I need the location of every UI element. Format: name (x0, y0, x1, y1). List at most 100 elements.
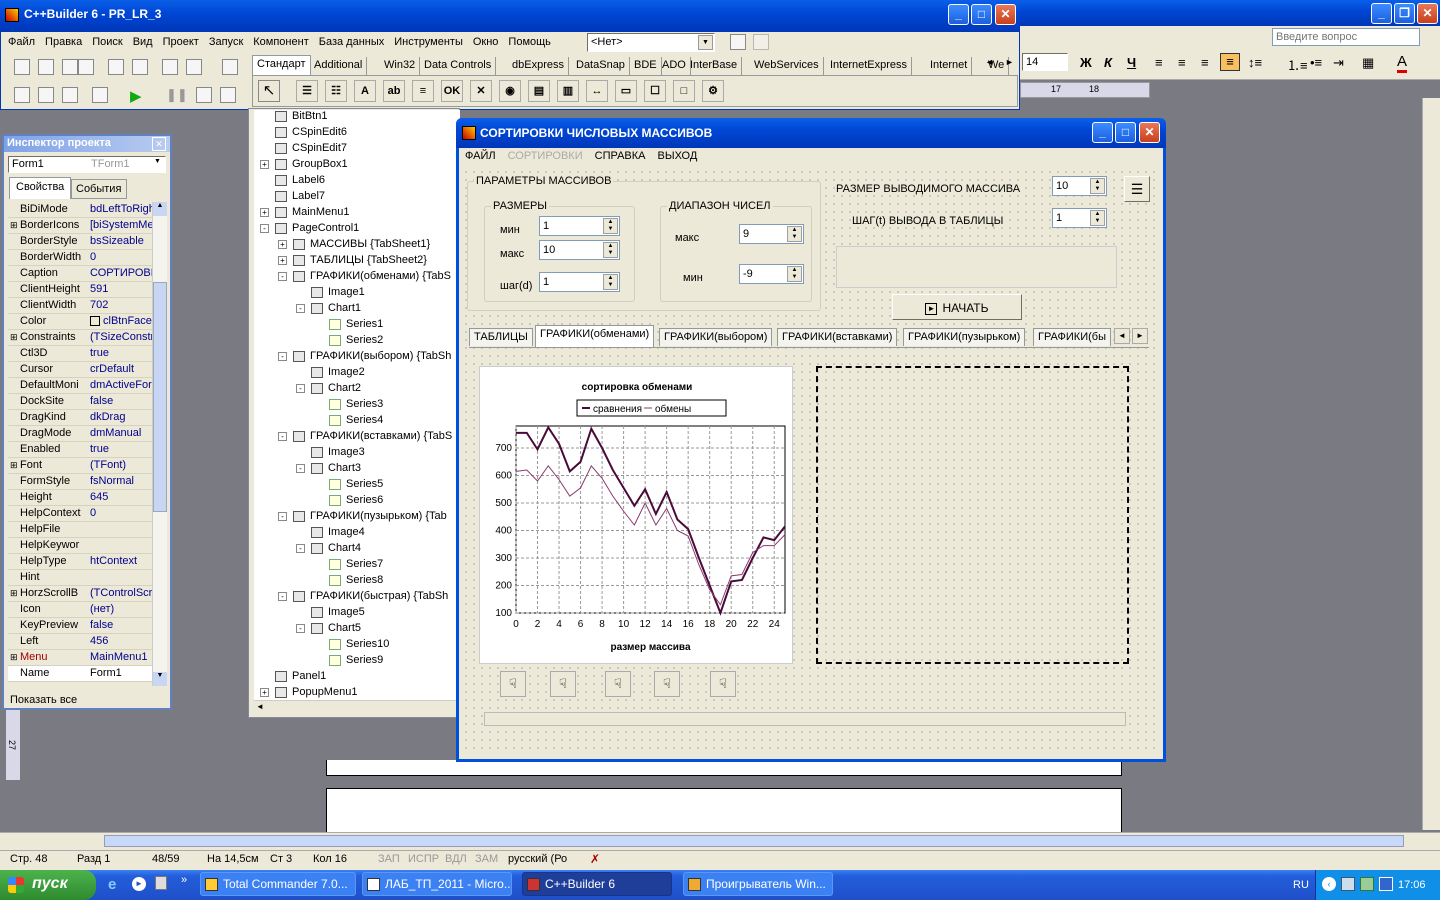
spin-arrows-icon[interactable]: ▲ ▼ (1090, 210, 1105, 226)
media-quicklaunch-icon[interactable]: ► (132, 877, 146, 891)
inspector-object-combo[interactable]: Form1 TForm1 ▼ (8, 156, 166, 173)
collapse-icon[interactable]: - (296, 543, 305, 553)
property-value[interactable]: 0 (90, 507, 152, 519)
tree-node[interactable]: Series6 (314, 494, 383, 510)
inspector-row[interactable]: ⊞BorderIcons [biSystemMenu (8, 218, 152, 234)
inspector-tab-properties[interactable]: Свойства (9, 177, 71, 199)
form-maximize-button[interactable]: □ (1115, 122, 1136, 143)
button-icon[interactable]: OK (441, 80, 463, 102)
ide-menu-item[interactable]: Инструменты (394, 36, 463, 52)
form-close-button[interactable]: ✕ (1139, 122, 1160, 143)
taskbar-item[interactable]: Проигрыватель Win... (683, 872, 833, 896)
start-button-xp[interactable]: пуск (0, 870, 96, 900)
expand-icon[interactable]: ⊞ (10, 220, 18, 231)
property-value[interactable]: dkDrag (90, 411, 152, 423)
bitbtn-icon[interactable]: ☟ (550, 671, 576, 697)
underline-button[interactable]: Ч (1127, 55, 1136, 70)
groupbox-icon[interactable]: ▭ (615, 80, 637, 102)
expand-icon[interactable]: ⊞ (10, 652, 18, 663)
word-font-size-combo[interactable]: 14 (1022, 53, 1068, 71)
tree-node[interactable]: + GroupBox1 (260, 158, 348, 174)
inspector-scroll-thumb[interactable] (153, 282, 167, 512)
set-debug-desktop-icon[interactable] (753, 34, 769, 50)
ide-menu-item[interactable]: Запуск (209, 36, 243, 52)
collapse-icon[interactable]: - (260, 223, 269, 233)
inspector-scrollbar[interactable]: ▲ ▼ (152, 202, 167, 686)
expand-icon[interactable]: + (260, 687, 269, 697)
tree-node[interactable]: - ГРАФИКИ(выбором) {TabSh (278, 350, 451, 366)
property-value[interactable]: 0 (90, 251, 152, 263)
inspector-row[interactable]: Ctl3D true (8, 346, 152, 362)
memo-icon[interactable]: ≡ (412, 80, 434, 102)
inspector-scroll-up[interactable]: ▲ (153, 202, 167, 216)
tray-app-icon[interactable] (1360, 877, 1374, 891)
property-value[interactable]: (нет) (90, 603, 152, 615)
property-value[interactable]: 456 (90, 635, 152, 647)
pause-icon[interactable]: ❚❚ (166, 87, 188, 103)
property-value[interactable]: (TControlScroll (90, 587, 152, 599)
word-restore-button[interactable]: ❐ (1394, 3, 1415, 24)
size-max-spinedit[interactable]: 10 ▲ ▼ (539, 240, 620, 260)
property-value[interactable]: (TFont) (90, 459, 152, 471)
tree-node[interactable]: - Chart2 (296, 382, 361, 398)
property-value[interactable]: false (90, 619, 152, 631)
tree-node[interactable]: - ГРАФИКИ(быстрая) {TabSh (278, 590, 448, 606)
inspector-row[interactable]: BorderWidth 0 (8, 250, 152, 266)
inspector-row[interactable]: Color clBtnFace (8, 314, 152, 330)
bitbtn-icon[interactable]: ☟ (500, 671, 526, 697)
inspector-row[interactable]: Name Form1 (8, 666, 152, 682)
word-minimize-button[interactable]: _ (1371, 3, 1392, 24)
form-menu-item[interactable]: СОРТИРОВКИ (508, 150, 583, 164)
mainmenu-icon[interactable]: ☰ (296, 80, 318, 102)
property-value[interactable]: Form1 (90, 667, 152, 679)
tree-node[interactable]: - ГРАФИКИ(обменами) {TabS (278, 270, 451, 286)
collapse-icon[interactable]: - (278, 511, 287, 521)
tree-node[interactable]: Panel1 (260, 670, 326, 686)
scrollbar-icon[interactable]: ↔ (586, 80, 608, 102)
expand-icon[interactable]: ⊞ (10, 588, 18, 599)
inspector-row[interactable]: ClientHeight 591 (8, 282, 152, 298)
inspector-scroll-down[interactable]: ▼ (153, 672, 167, 686)
desktop-combo[interactable]: <Нет> ▼ (587, 33, 715, 52)
form-tab[interactable]: ГРАФИКИ(пузырьком) (903, 328, 1026, 346)
collapse-icon[interactable]: - (296, 383, 305, 393)
ide-close-button[interactable]: ✕ (995, 4, 1016, 25)
ide-menu-item[interactable]: База данных (319, 36, 385, 52)
inspector-row[interactable]: Caption СОРТИРОВКИ (8, 266, 152, 282)
tree-node[interactable]: + МАССИВЫ {TabSheet1} (278, 238, 430, 254)
ide-menu-item[interactable]: Компонент (253, 36, 308, 52)
tree-node[interactable]: Label7 (260, 190, 325, 206)
collapse-icon[interactable]: - (278, 351, 287, 361)
trace-into-icon[interactable] (196, 87, 212, 103)
collapse-icon[interactable]: - (296, 303, 305, 313)
form-menu-item[interactable]: ВЫХОД (658, 150, 698, 164)
tray-display-icon[interactable] (1379, 877, 1393, 891)
range-min-spinedit[interactable]: -9 ▲ ▼ (739, 264, 804, 284)
scroll-left-icon[interactable]: ◄ (256, 702, 264, 711)
inspector-row[interactable]: ⊞ Font (TFont) (8, 458, 152, 474)
tree-node[interactable]: - Chart4 (296, 542, 361, 558)
inspector-row[interactable]: ⊞HorzScrollB (TControlScroll (8, 586, 152, 602)
bold-button[interactable]: Ж (1080, 55, 1092, 70)
line-spacing-icon[interactable]: ↕≡ (1248, 55, 1262, 70)
spelling-icon[interactable]: ✗ (590, 852, 600, 866)
quicklaunch-more-icon[interactable]: » (181, 874, 187, 886)
size-min-spinedit[interactable]: 1 ▲ ▼ (539, 216, 620, 236)
inspector-row[interactable]: Left 456 (8, 634, 152, 650)
tree-node[interactable]: Series8 (314, 574, 383, 590)
word-vscrollbar[interactable] (1422, 98, 1440, 830)
tree-node[interactable]: Series10 (314, 638, 389, 654)
form-menu-item[interactable]: СПРАВКА (595, 150, 646, 164)
palette-tab[interactable]: WebServices (750, 57, 824, 75)
form-tab[interactable]: ТАБЛИЦЫ (469, 328, 533, 346)
palette-scroll-right[interactable]: ► (1005, 57, 1014, 67)
status-rec[interactable]: ЗАП (378, 853, 400, 869)
inspector-row[interactable]: KeyPreview false (8, 618, 152, 634)
step-over-icon[interactable] (220, 87, 236, 103)
property-value[interactable]: СОРТИРОВКИ (90, 267, 152, 279)
inspector-show-all[interactable]: Показать все (10, 694, 77, 706)
form-menu-item[interactable]: ФАЙЛ (465, 150, 496, 164)
tree-node[interactable]: Series7 (314, 558, 383, 574)
palette-tab[interactable]: Additional (310, 57, 368, 75)
form-minimize-button[interactable]: _ (1092, 122, 1113, 143)
